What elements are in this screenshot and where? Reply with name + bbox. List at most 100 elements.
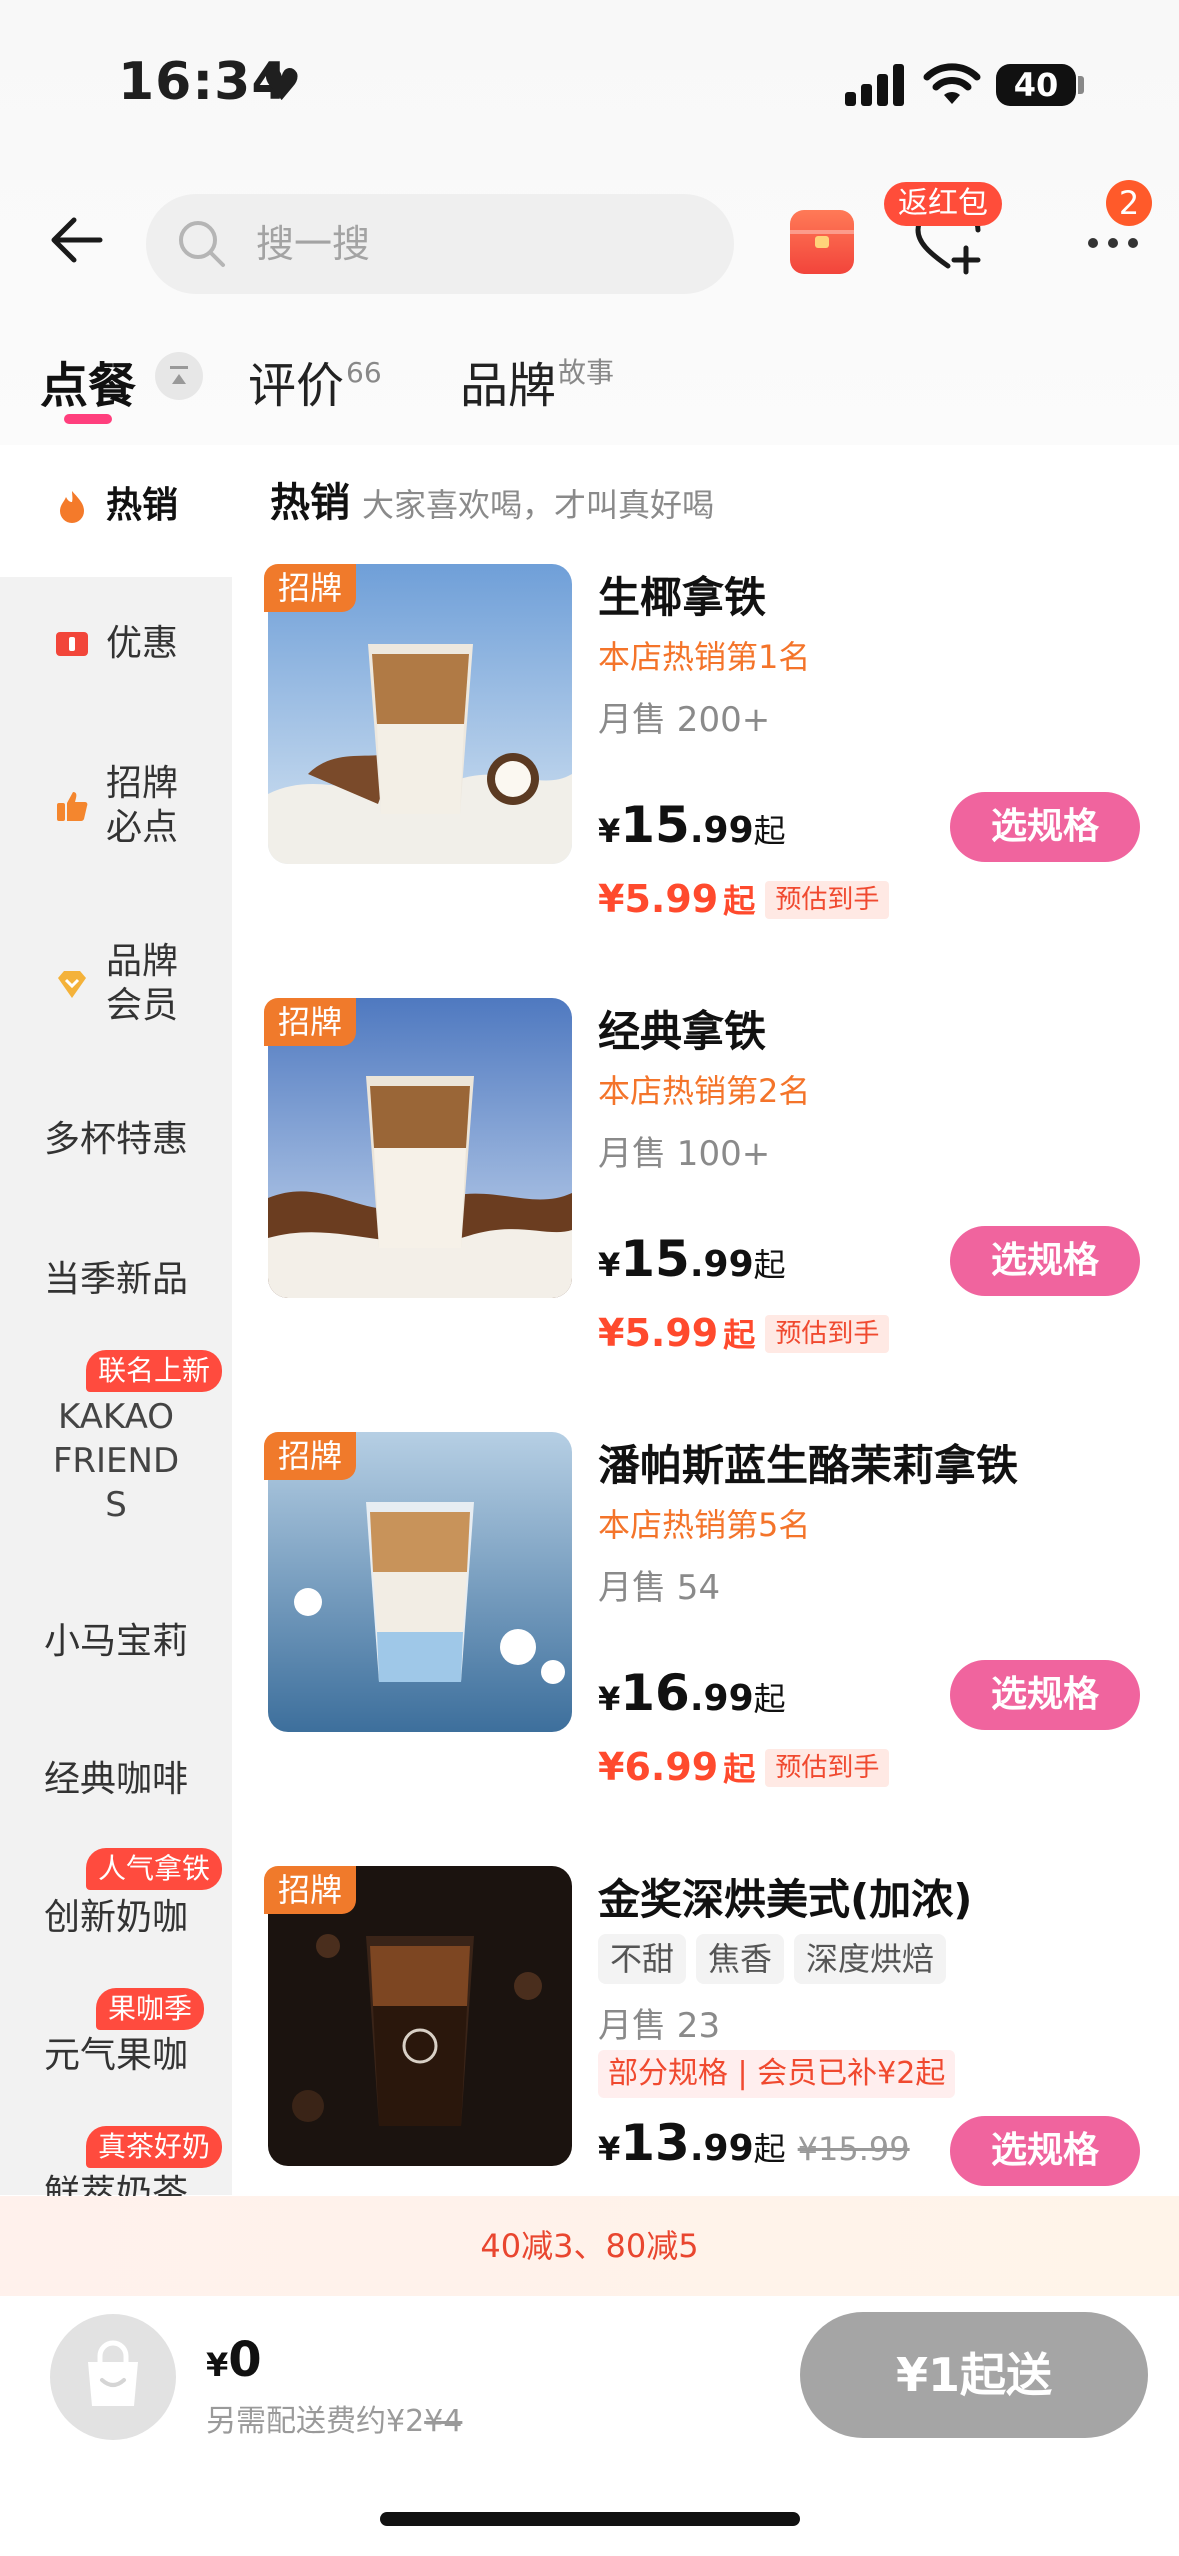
product-card[interactable]: 招牌 经典拿铁 本店热销第2名 月售 100+ ¥15.99起 ¥5.99 起预… (264, 998, 1148, 1428)
product-rank: 本店热销第2名 (598, 1072, 811, 1110)
product-rank: 本店热销第1名 (598, 638, 811, 676)
product-price: ¥13.99起 ¥15.99 (598, 2114, 910, 2172)
sidebar-item-label: 多杯特惠 (43, 1119, 188, 1160)
monthly-sales: 月售 200+ (598, 700, 771, 740)
flavor-chip: 不甜 (598, 1934, 687, 1984)
select-spec-button[interactable]: 选规格 (950, 1226, 1140, 1296)
wifi-icon (923, 63, 981, 104)
sidebar-item-signature[interactable]: 招牌 必点 (0, 762, 232, 850)
flavor-chip: 深度烘焙 (794, 1934, 947, 1984)
tab-reviews[interactable]: 评价66 (248, 346, 382, 416)
product-rank: 本店热销第5名 (598, 1506, 811, 1544)
select-spec-button[interactable]: 选规格 (950, 792, 1140, 862)
estimated-price: ¥5.99 起预估到手 (598, 876, 890, 922)
sidebar-item-label: 优惠 (105, 623, 178, 664)
section-header: 热销 大家喜欢喝，才叫真好喝 (270, 470, 714, 528)
back-arrow-icon[interactable] (40, 200, 120, 280)
signature-tag: 招牌 (264, 1432, 357, 1480)
more-options-icon[interactable] (1084, 228, 1144, 258)
promo-banner[interactable]: 40减3、80减5 (0, 2196, 1179, 2296)
product-price: ¥16.99起 (598, 1664, 786, 1722)
section-subtitle: 大家喜欢喝，才叫真好喝 (362, 486, 715, 524)
sidebar-item-milk-tea[interactable]: 鲜萃奶茶 (0, 2168, 232, 2196)
notification-count-badge: 2 (1106, 180, 1152, 226)
status-bar: 16:34 ♥ 40 (0, 0, 1179, 160)
diamond-icon (57, 971, 86, 998)
tab-order-label: 点餐 (40, 358, 137, 414)
sidebar-item-label: 热销 (105, 485, 178, 526)
flavor-chips: 不甜 焦香 深度烘焙 (598, 1934, 956, 1984)
product-name: 生椰拿铁 (598, 573, 767, 622)
select-spec-button[interactable]: 选规格 (950, 1660, 1140, 1730)
member-subsidy: 部分规格 | 会员已补¥2起 (598, 2050, 956, 2098)
sidebar-item-seasonal[interactable]: 当季新品 (0, 1258, 232, 1302)
signature-tag: 招牌 (264, 998, 357, 1046)
battery-tip (1078, 76, 1084, 94)
flame-icon (59, 491, 84, 523)
brand-story-sup: 故事 (558, 356, 615, 389)
section-title: 热销 (270, 480, 350, 526)
thumbs-up-icon (56, 792, 88, 821)
tab-brand-label: 品牌 (460, 358, 557, 414)
product-card[interactable]: 招牌 潘帕斯蓝生酪茉莉拿铁 本店热销第5名 月售 54 ¥16.99起 ¥6.9… (264, 1432, 1148, 1862)
sidebar-badge: 联名上新 (86, 1350, 223, 1392)
sidebar-item-label: KAKAO FRIEND S (52, 1397, 180, 1525)
shopping-bag-icon[interactable] (50, 2314, 176, 2440)
cellular-signal-icon (845, 64, 907, 106)
product-card[interactable]: 招牌 生椰拿铁 本店热销第1名 月售 200+ ¥15.99起 ¥5.99 起预… (264, 564, 1148, 994)
sidebar-item-classic-coffee[interactable]: 经典咖啡 (0, 1758, 232, 1802)
review-count: 66 (346, 356, 382, 389)
product-name: 经典拿铁 (598, 1007, 767, 1056)
battery-indicator: 40 (996, 64, 1076, 106)
red-envelope-icon[interactable] (790, 210, 854, 274)
sidebar-item-multi-cup[interactable]: 多杯特惠 (0, 1118, 232, 1162)
home-indicator (380, 2512, 800, 2526)
sidebar-item-label: 品牌 会员 (105, 941, 178, 1026)
heart-icon: ♥ (262, 60, 302, 111)
cart-total: ¥0 (206, 2332, 262, 2388)
sidebar-item-label: 鲜萃奶茶 (43, 2173, 188, 2196)
estimated-price: ¥6.99 起预估到手 (598, 1744, 890, 1790)
sidebar-badge: 真茶好奶 (86, 2126, 223, 2168)
search-placeholder: 搜一搜 (256, 222, 371, 266)
estimated-price: ¥5.99 起预估到手 (598, 1310, 890, 1356)
sidebar-item-label: 经典咖啡 (43, 1759, 188, 1800)
sidebar-item-kakao[interactable]: KAKAO FRIEND S (0, 1395, 232, 1527)
monthly-sales: 月售 100+ (598, 1134, 771, 1174)
sidebar-item-creative-milk-coffee[interactable]: 创新奶咖 (0, 1896, 232, 1940)
product-name: 金奖深烘美式(加浓) (598, 1875, 973, 1924)
sidebar-item-label: 创新奶咖 (43, 1897, 188, 1938)
sidebar-item-label: 当季新品 (43, 1259, 188, 1300)
sidebar-badge: 人气拿铁 (86, 1848, 223, 1890)
signature-tag: 招牌 (264, 564, 357, 612)
sidebar-item-my-little-pony[interactable]: 小马宝莉 (0, 1620, 232, 1664)
sidebar-item-hot[interactable]: 热销 (0, 484, 232, 528)
signature-tag: 招牌 (264, 1866, 357, 1914)
monthly-sales: 月售 23 (598, 2006, 721, 2046)
sidebar-item-label: 元气果咖 (43, 2035, 188, 2076)
sidebar-corner (0, 577, 232, 617)
product-card[interactable]: 招牌 金奖深烘美式(加浓) 不甜 焦香 深度烘焙 月售 23 部分规格 | 会员已补… (264, 1866, 1148, 2196)
scroll-top-icon[interactable] (155, 352, 203, 400)
product-price: ¥15.99起 (598, 1230, 786, 1288)
redpack-badge[interactable]: 返红包 (884, 182, 1002, 226)
product-name: 潘帕斯蓝生酪茉莉拿铁 (598, 1441, 1019, 1490)
search-icon (179, 221, 225, 267)
sidebar-item-discount[interactable]: 优惠 (0, 622, 232, 666)
sidebar-item-fruit-coffee[interactable]: 元气果咖 (0, 2034, 232, 2078)
sidebar-item-label: 小马宝莉 (43, 1621, 188, 1662)
active-tab-indicator (64, 414, 112, 424)
monthly-sales: 月售 54 (598, 1568, 721, 1608)
min-order-button[interactable]: ¥1起送 (800, 2312, 1148, 2438)
sidebar-badge: 果咖季 (96, 1988, 205, 2030)
tab-brand[interactable]: 品牌故事 (460, 346, 614, 416)
tab-order[interactable]: 点餐 (40, 346, 136, 416)
tab-reviews-label: 评价 (248, 358, 345, 414)
flavor-chip: 焦香 (696, 1934, 785, 1984)
search-input[interactable]: 搜一搜 (146, 194, 734, 294)
sidebar-item-label: 招牌 必点 (105, 763, 178, 848)
select-spec-button[interactable]: 选规格 (950, 2116, 1140, 2186)
sidebar-item-member[interactable]: 品牌 会员 (0, 940, 232, 1028)
coupon-icon (55, 632, 88, 656)
delivery-fee: 另需配送费约¥2¥4 (206, 2404, 463, 2439)
